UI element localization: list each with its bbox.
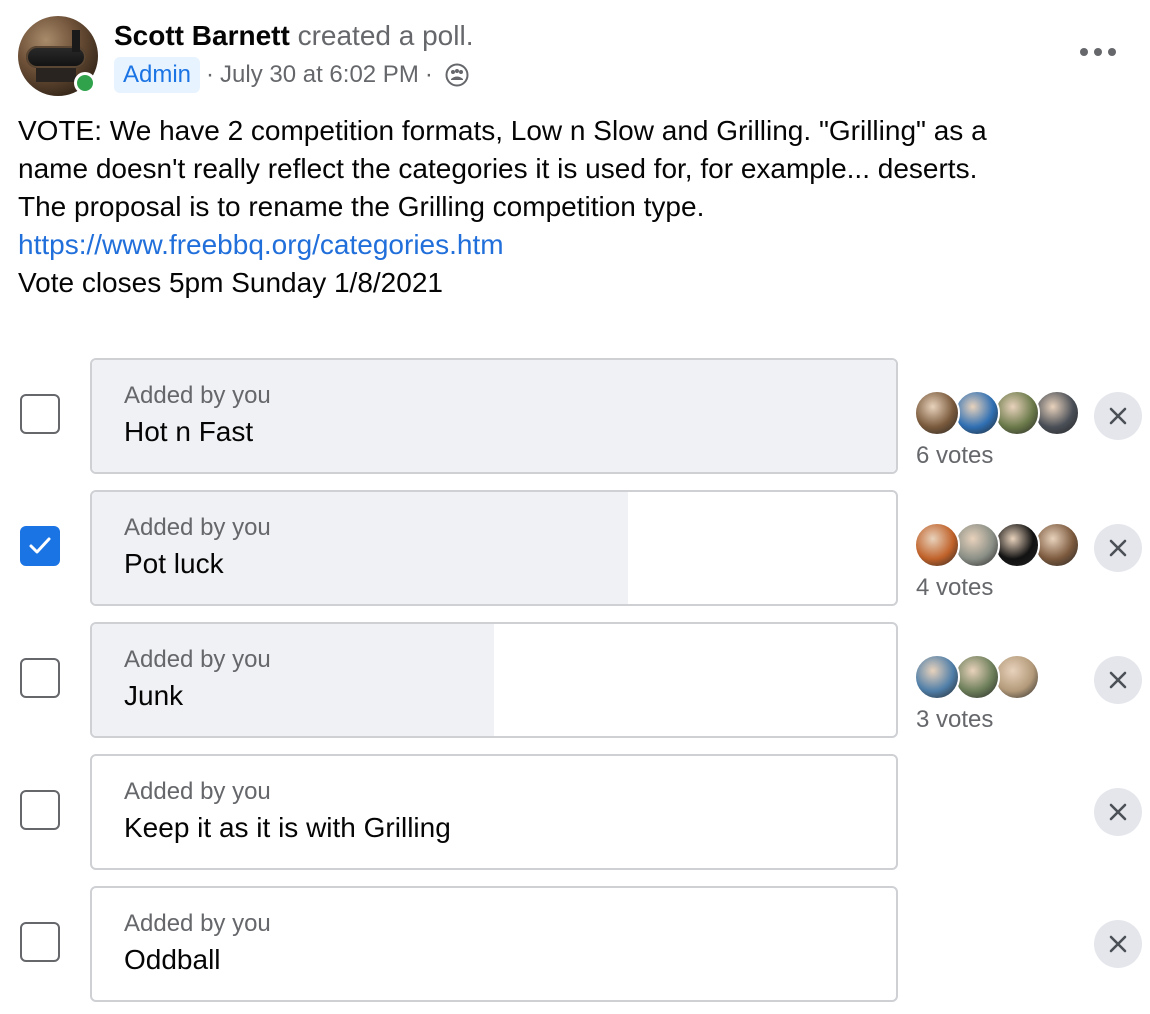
poll-checkbox[interactable] [20,922,60,962]
vote-count[interactable]: 3 votes [916,706,993,734]
voter-avatar [954,390,1000,436]
voter-avatars[interactable] [914,390,1094,440]
voter-avatar [994,522,1040,568]
post-body: VOTE: We have 2 competition formats, Low… [18,112,1128,302]
option-label: Junk [124,680,184,711]
option-added-by: Added by you [124,910,271,937]
online-status-indicator [74,72,96,94]
poll-option-box[interactable]: Added by you Oddball [90,886,898,1002]
meta-separator: · [424,61,433,88]
remove-option-button[interactable] [1094,392,1142,440]
voter-avatars[interactable] [914,786,1094,836]
vote-count[interactable]: 6 votes [916,442,993,470]
poll-option-box[interactable]: Added by you Pot luck [90,490,898,606]
smoker-stand [36,68,76,82]
poll-option: Added by you Keep it as it is with Grill… [0,754,1150,870]
option-label: Hot n Fast [124,416,254,447]
voter-avatar [1034,390,1080,436]
post-meta: Admin · July 30 at 6:02 PM · [114,56,469,94]
poll-checkbox[interactable] [20,394,60,434]
close-icon [1109,671,1127,689]
voter-avatar [914,390,960,436]
poll-option-box[interactable]: Added by you Junk [90,622,898,738]
voter-avatar [914,654,960,700]
voter-avatar [954,522,1000,568]
voter-avatar [994,390,1040,436]
remove-option-button[interactable] [1094,788,1142,836]
close-icon [1109,935,1127,953]
voter-avatar [994,654,1040,700]
option-label: Pot luck [124,548,224,579]
more-horizontal-icon[interactable] [1080,42,1116,62]
post-body-line: The proposal is to rename the Grilling c… [18,191,705,222]
admin-badge[interactable]: Admin [114,57,201,93]
post-header: Scott Barnett created a poll. [114,19,473,53]
voter-avatars[interactable] [914,522,1094,572]
remove-option-button[interactable] [1094,656,1142,704]
poll-option: Added by you Hot n Fast 6 votes [0,358,1150,474]
option-added-by: Added by you [124,514,271,541]
poll-option: Added by you Oddball [0,886,1150,1002]
poll-checkbox[interactable] [20,658,60,698]
meta-separator: · [206,61,215,88]
poll-option: Added by you Junk 3 votes [0,622,1150,738]
option-added-by: Added by you [124,382,271,409]
voter-avatar [914,522,960,568]
poll-checkbox[interactable] [20,790,60,830]
option-added-by: Added by you [124,646,271,673]
close-icon [1109,407,1127,425]
poll-option-box[interactable]: Added by you Keep it as it is with Grill… [90,754,898,870]
post-action: created a poll. [297,20,474,51]
remove-option-button[interactable] [1094,524,1142,572]
option-label: Keep it as it is with Grilling [124,812,451,843]
post-timestamp[interactable]: July 30 at 6:02 PM [220,61,419,89]
option-added-by: Added by you [124,778,271,805]
remove-option-button[interactable] [1094,920,1142,968]
poll-option: Added by you Pot luck 4 votes [0,490,1150,606]
checkmark-icon [29,537,51,554]
post-body-line: VOTE: We have 2 competition formats, Low… [18,115,987,146]
voter-avatar [954,654,1000,700]
close-icon [1109,803,1127,821]
post-body-line: name doesn't really reflect the categori… [18,153,978,184]
close-icon [1109,539,1127,557]
voter-avatars[interactable] [914,918,1094,968]
vote-count[interactable]: 4 votes [916,574,993,602]
poll-option-box[interactable]: Added by you Hot n Fast [90,358,898,474]
group-icon [445,63,469,87]
author-name[interactable]: Scott Barnett [114,20,290,51]
voter-avatar [1034,522,1080,568]
vote-closing-text: Vote closes 5pm Sunday 1/8/2021 [18,267,443,298]
poll-checkbox[interactable] [20,526,60,566]
smoker-stack [72,30,80,52]
post-link[interactable]: https://www.freebbq.org/categories.htm [18,226,1128,264]
voter-avatars[interactable] [914,654,1094,704]
option-label: Oddball [124,944,221,975]
